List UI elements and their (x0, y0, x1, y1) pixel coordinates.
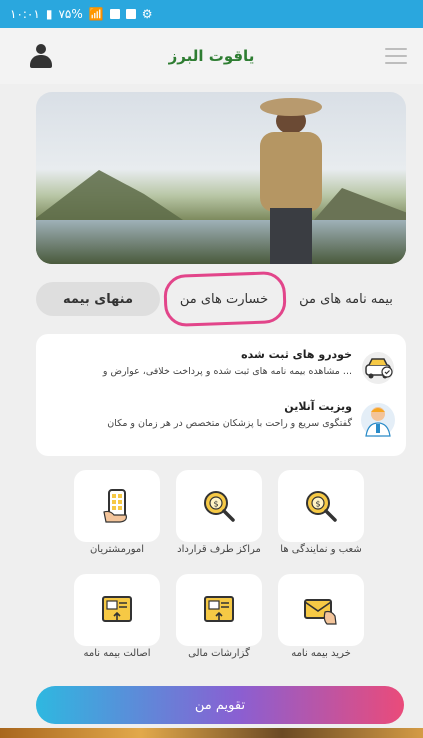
phone-hand-icon (103, 489, 127, 523)
feature-title: ویزیت آنلاین (284, 400, 352, 413)
buy-policy-label: خرید بیمه نامه (291, 648, 351, 659)
magnifier-coin-icon: $ (204, 491, 235, 522)
feature-title: خودرو های ثبت شده (241, 348, 352, 361)
policy-authenticity-label: اصالت بیمه نامه (83, 648, 151, 659)
car-icon (362, 352, 394, 384)
status-time: ۱۰:۰۱ (10, 7, 40, 21)
signal-icon: 📶 (88, 7, 104, 21)
magnifier-coin-icon: $ (306, 491, 337, 522)
envelope-hand-icon (304, 599, 337, 625)
hero-banner-image[interactable] (36, 92, 406, 264)
profile-icon[interactable] (30, 44, 52, 68)
tab-bar: منهای بیمه خسارت های من بیمه نامه های من (36, 270, 406, 328)
app-bar: یاقوت البرز (0, 28, 423, 84)
tab-my-policies[interactable]: بیمه نامه های من (286, 282, 406, 316)
doctor-icon (361, 403, 395, 437)
customer-affairs-button[interactable] (74, 470, 160, 542)
document-upload-icon (204, 596, 234, 622)
page-title: یاقوت البرز (168, 47, 255, 65)
buy-policy-button[interactable] (278, 574, 364, 646)
customer-affairs-label: امورمشتریان (89, 544, 145, 555)
battery-icon: ▮ (45, 7, 53, 21)
feature-subtitle: گفتگوی سریع و راحت با پزشکان متخصص در هر… (107, 418, 352, 429)
app-notification-icon (109, 9, 120, 19)
bottom-banner-image (0, 728, 423, 738)
svg-text:$: $ (213, 500, 218, 509)
financial-reports-label: گزارشات مالی (188, 648, 250, 659)
status-battery: ۷۵% (58, 7, 83, 21)
contract-centers-label: مراکز طرف قرارداد (177, 544, 261, 555)
feature-card: خودرو های ثبت شده مشاهده بیمه نامه های ث… (36, 334, 406, 456)
my-calendar-button[interactable]: تقویم من (36, 686, 404, 724)
document-upload-icon (102, 596, 132, 622)
policy-authenticity-button[interactable] (74, 574, 160, 646)
highlight-circle (163, 270, 287, 328)
registered-cars-item[interactable]: خودرو های ثبت شده مشاهده بیمه نامه های ث… (46, 344, 396, 388)
feature-subtitle: مشاهده بیمه نامه های ثبت شده و پرداخت خل… (102, 366, 352, 377)
branches-button[interactable]: $ (278, 470, 364, 542)
financial-reports-button[interactable] (176, 574, 262, 646)
tab-minhay-bime[interactable]: منهای بیمه (36, 282, 160, 316)
hamburger-menu-icon[interactable] (385, 48, 407, 64)
svg-text:$: $ (315, 500, 320, 509)
app-notification-icon-2 (125, 9, 136, 19)
online-visit-item[interactable]: ویزیت آنلاین گفتگوی سریع و راحت با پزشکا… (46, 396, 396, 440)
status-bar: ۱۰:۰۱ ▮ ۷۵% 📶 ⚙ (0, 0, 423, 28)
settings-notification-icon: ⚙ (141, 7, 153, 21)
contract-centers-button[interactable]: $ (176, 470, 262, 542)
hiker-illustration (246, 98, 336, 264)
branches-label: شعب و نمایندگی ها (280, 544, 362, 555)
